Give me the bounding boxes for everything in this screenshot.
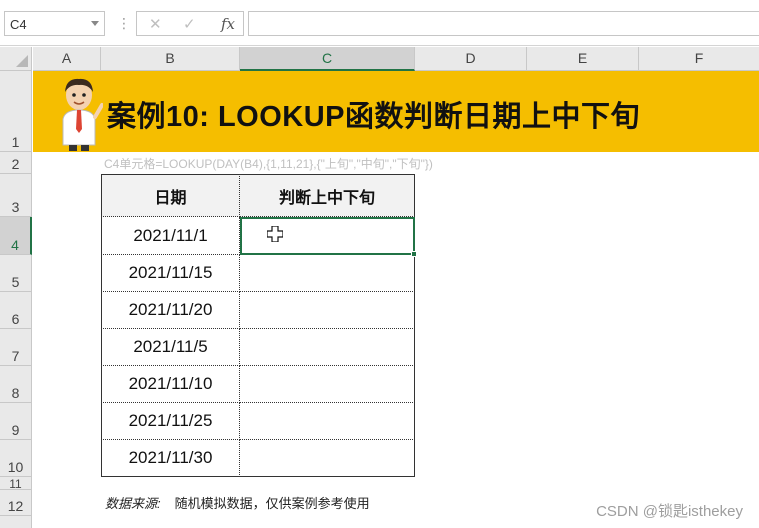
date-cell[interactable]: 2021/11/15: [101, 255, 240, 292]
row-header-9[interactable]: 9: [0, 403, 32, 440]
date-cell[interactable]: 2021/11/20: [101, 292, 240, 329]
row-header-13[interactable]: [0, 516, 32, 528]
formula-buttons: ✕ ✓ fx: [136, 11, 244, 36]
fill-handle[interactable]: [411, 251, 417, 257]
name-box[interactable]: C4: [4, 11, 105, 36]
column-header-b[interactable]: B: [101, 47, 240, 71]
watermark: CSDN @锁匙isthekey: [596, 503, 743, 520]
date-cell[interactable]: 2021/11/1: [101, 217, 240, 255]
cancel-icon[interactable]: ✕: [149, 15, 162, 33]
row-header-7[interactable]: 7: [0, 329, 32, 366]
row-header-8[interactable]: 8: [0, 366, 32, 403]
cell-cursor-icon: [267, 226, 283, 242]
header-period[interactable]: 判断上中下旬: [240, 174, 415, 217]
column-header-d[interactable]: D: [415, 47, 527, 71]
row-header-6[interactable]: 6: [0, 292, 32, 329]
date-cell[interactable]: 2021/11/25: [101, 403, 240, 440]
select-all-button[interactable]: [0, 47, 32, 71]
formula-note: C4单元格=LOOKUP(DAY(B4),{1,11,21},{"上旬","中旬…: [104, 157, 433, 171]
check-icon[interactable]: ✓: [183, 15, 196, 33]
column-header-c[interactable]: C: [240, 47, 415, 71]
row-header-2[interactable]: 2: [0, 152, 32, 174]
row-header-12[interactable]: 12: [0, 490, 32, 516]
row-header-5[interactable]: 5: [0, 255, 32, 292]
row-header-10[interactable]: 10: [0, 440, 32, 477]
name-box-value: C4: [10, 17, 27, 32]
result-cell[interactable]: [240, 329, 415, 366]
insert-function-icon[interactable]: fx: [221, 15, 235, 33]
result-cell[interactable]: [240, 255, 415, 292]
result-cell[interactable]: [240, 292, 415, 329]
date-cell[interactable]: 2021/11/10: [101, 366, 240, 403]
data-source-text: 随机模拟数据，仅供案例参考使用: [174, 496, 370, 511]
title-banner: 案例10: LOOKUP函数判断日期上中下旬: [33, 71, 759, 152]
column-header-f[interactable]: F: [639, 47, 759, 71]
result-cell[interactable]: [240, 403, 415, 440]
row-header-3[interactable]: 3: [0, 174, 32, 217]
date-cell[interactable]: 2021/11/30: [101, 440, 240, 477]
page-title: 案例10: LOOKUP函数判断日期上中下旬: [107, 101, 641, 133]
result-cell[interactable]: [240, 366, 415, 403]
date-cell[interactable]: 2021/11/5: [101, 329, 240, 366]
column-header-e[interactable]: E: [527, 47, 639, 71]
data-source-note: 数据来源: 随机模拟数据，仅供案例参考使用: [105, 493, 370, 512]
result-cell[interactable]: [240, 440, 415, 477]
column-header-a[interactable]: A: [33, 47, 101, 71]
row-header-4[interactable]: 4: [0, 217, 32, 255]
chevron-down-icon[interactable]: [91, 21, 99, 26]
row-header-1[interactable]: 1: [0, 71, 32, 152]
row-header-11[interactable]: 11: [0, 477, 32, 491]
data-source-label: 数据来源:: [105, 496, 161, 511]
formula-bar: C4 ⋮ ✕ ✓ fx: [0, 0, 759, 46]
formula-input[interactable]: [248, 11, 759, 36]
header-date[interactable]: 日期: [101, 174, 240, 217]
more-options-icon[interactable]: ⋮: [117, 15, 131, 31]
businessman-avatar-icon: [62, 78, 103, 151]
